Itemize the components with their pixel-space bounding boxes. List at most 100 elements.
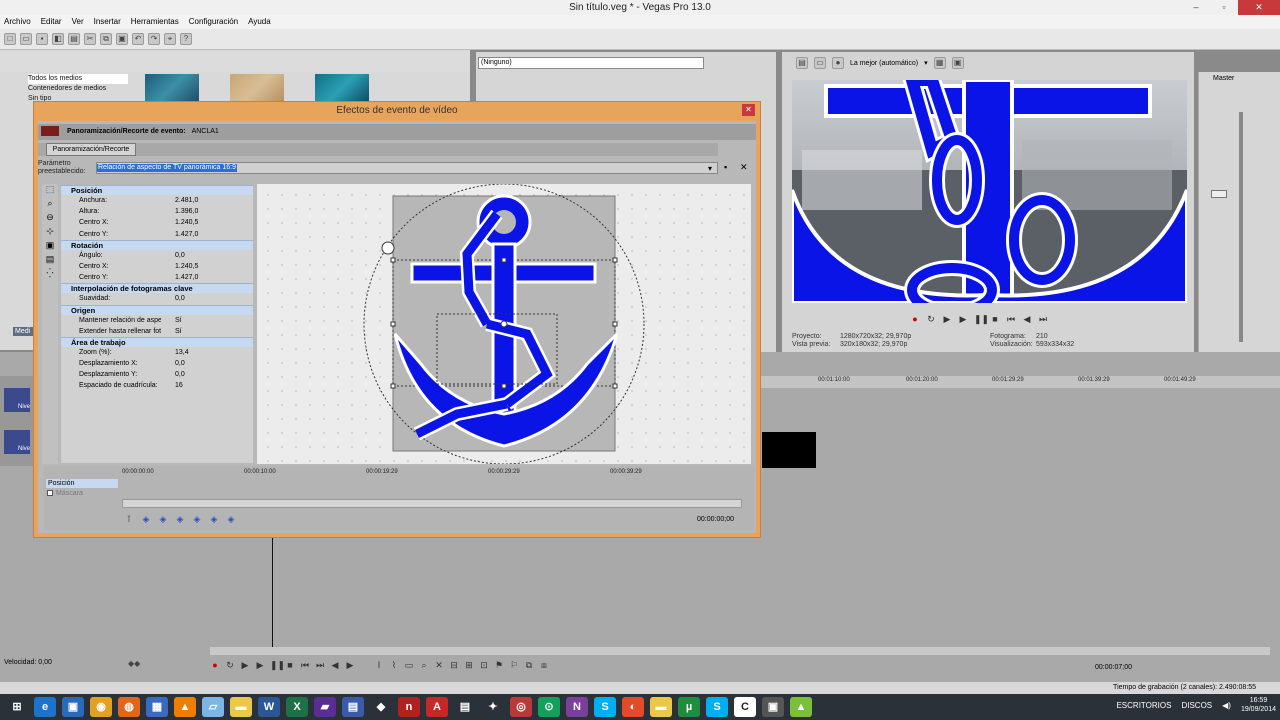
media-thumbnail-sand[interactable]: [230, 74, 284, 102]
menu-insertar[interactable]: Insertar: [94, 15, 121, 29]
prop-value[interactable]: 0,0: [161, 293, 253, 304]
record-icon[interactable]: ●: [210, 660, 220, 670]
delete-preset-icon[interactable]: ✕: [740, 162, 748, 173]
excel-icon[interactable]: X: [286, 697, 308, 717]
menu-archivo[interactable]: Archivo: [4, 15, 31, 29]
undo-icon[interactable]: ↶: [132, 33, 144, 45]
help-icon[interactable]: ?: [180, 33, 192, 45]
playhead-cursor[interactable]: [272, 538, 273, 648]
firefox-icon[interactable]: ◍: [118, 697, 140, 717]
delete-keyframe-icon[interactable]: ◈: [192, 514, 202, 524]
zoom-tool-icon[interactable]: ⌕: [419, 660, 429, 670]
menu-ayuda[interactable]: Ayuda: [248, 15, 271, 29]
stop-icon[interactable]: ■: [285, 660, 295, 670]
minimize-button[interactable]: ‒: [1182, 0, 1210, 15]
chevron-down-icon[interactable]: ▾: [924, 59, 928, 67]
prop-value[interactable]: 2.481,0: [161, 195, 253, 206]
menu-herramientas[interactable]: Herramientas: [131, 15, 179, 29]
snapping-icon[interactable]: ⧉: [524, 660, 534, 670]
kf-track-mask[interactable]: Máscara: [46, 489, 118, 498]
master-fader[interactable]: [1211, 190, 1227, 198]
close-window-button[interactable]: ✕: [1238, 0, 1280, 15]
pause-icon[interactable]: ❚❚: [974, 314, 989, 324]
skype-icon[interactable]: S: [706, 697, 728, 717]
last-keyframe-icon[interactable]: ◈: [226, 514, 236, 524]
prop-value[interactable]: 0,0: [161, 369, 253, 380]
normal-edit-tool-icon[interactable]: I: [374, 660, 384, 670]
aspect-lock-icon[interactable]: ▣: [42, 240, 58, 254]
zoom-tool-icon[interactable]: ⌕: [42, 198, 58, 212]
media-thumbnail-turtle[interactable]: [145, 74, 199, 102]
mask-checkbox[interactable]: [47, 490, 53, 496]
tree-item-all-media[interactable]: Todos los medios: [28, 74, 128, 84]
scale-center-icon[interactable]: ▤: [42, 254, 58, 268]
tree-item-media-bins[interactable]: Contenedores de medios: [28, 84, 128, 94]
new-icon[interactable]: □: [4, 33, 16, 45]
timeline-clip[interactable]: [762, 432, 816, 468]
external-monitor-icon[interactable]: ▭: [814, 57, 826, 69]
next-frame-icon[interactable]: ▶: [345, 660, 355, 670]
sync-cursor-icon[interactable]: ⊺: [124, 514, 134, 524]
section-interpolacion[interactable]: Interpolación de fotogramas clave: [61, 283, 253, 294]
prop-value[interactable]: Sí: [161, 326, 253, 337]
preview-quality-dropdown[interactable]: La mejor (automático): [850, 60, 918, 67]
render-icon[interactable]: ◧: [52, 33, 64, 45]
next-keyframe-icon[interactable]: ◈: [209, 514, 219, 524]
media-tab[interactable]: Medi: [13, 327, 35, 336]
overlays-icon[interactable]: ▦: [933, 57, 946, 69]
app-icon[interactable]: ◐: [622, 697, 644, 717]
marker-icon[interactable]: ⚑: [494, 660, 504, 670]
section-area-trabajo[interactable]: Área de trabajo: [61, 336, 253, 347]
next-frame-icon[interactable]: ⏭: [1038, 314, 1048, 324]
store-icon[interactable]: ▣: [62, 697, 84, 717]
loop-icon[interactable]: ↻: [926, 314, 936, 324]
app-icon[interactable]: ◆: [370, 697, 392, 717]
redo-icon[interactable]: ↷: [148, 33, 160, 45]
section-posicion[interactable]: Posición: [61, 185, 253, 195]
go-to-start-icon[interactable]: ⏮: [300, 660, 310, 670]
app-icon[interactable]: ▰: [314, 697, 336, 717]
region-icon[interactable]: ⚐: [509, 660, 519, 670]
menu-ver[interactable]: Ver: [72, 15, 84, 29]
internet-explorer-icon[interactable]: e: [34, 697, 56, 717]
prop-value[interactable]: 1.427,0: [161, 272, 253, 283]
prop-value[interactable]: 1.240,5: [161, 217, 253, 228]
vegas-icon[interactable]: ▣: [762, 697, 784, 717]
folder-icon[interactable]: ▬: [230, 697, 252, 717]
play-from-start-icon[interactable]: ▶: [942, 314, 952, 324]
menu-configuracion[interactable]: Configuración: [189, 15, 238, 29]
volume-icon[interactable]: ◀): [1222, 701, 1231, 710]
cut-icon[interactable]: ✂: [84, 33, 96, 45]
tray-discos[interactable]: DISCOS: [1181, 701, 1212, 710]
clock[interactable]: 16:59 19/09/2014: [1241, 696, 1276, 714]
open-icon[interactable]: ▭: [20, 33, 32, 45]
properties-icon[interactable]: ▤: [68, 33, 80, 45]
prop-value[interactable]: 16: [161, 380, 253, 391]
onenote-icon[interactable]: N: [566, 697, 588, 717]
prop-value[interactable]: 0,0: [161, 250, 253, 261]
prop-value[interactable]: 13,4: [161, 347, 253, 358]
dialog-close-button[interactable]: ✕: [742, 104, 755, 116]
nero-icon[interactable]: n: [398, 697, 420, 717]
prop-value[interactable]: Sí: [161, 315, 253, 326]
section-rotacion[interactable]: Rotación: [61, 239, 253, 250]
keyframe-ruler[interactable]: 00:00:00:00 00:00:10:00 00:00:19:29 00:0…: [122, 468, 742, 478]
loop-icon[interactable]: ↻: [225, 660, 235, 670]
disk-icon[interactable]: ▤: [342, 697, 364, 717]
prop-value[interactable]: 1.240,5: [161, 261, 253, 272]
play-icon[interactable]: ▶: [958, 314, 968, 324]
pause-icon[interactable]: ❚❚: [270, 660, 285, 670]
prop-value[interactable]: 1.396,0: [161, 206, 253, 217]
app-icon[interactable]: ◎: [510, 697, 532, 717]
prop-value[interactable]: 0,0: [161, 358, 253, 369]
timeline-ruler[interactable]: 00:01:10:00 00:01:20:00 00:01:29:29 00:0…: [760, 376, 1280, 388]
chevron-down-icon[interactable]: ▾: [708, 164, 712, 173]
normal-edit-tool-icon[interactable]: ⬚: [42, 184, 58, 198]
snapshot-icon[interactable]: ▣: [951, 57, 964, 69]
chrome-icon[interactable]: ◉: [90, 697, 112, 717]
media-thumbnail-reef[interactable]: [315, 74, 369, 102]
copy-icon[interactable]: ⧉: [100, 33, 112, 45]
stop-icon[interactable]: ■: [990, 314, 1000, 324]
paste-icon[interactable]: ▣: [116, 33, 128, 45]
snap-icon[interactable]: ⊹: [42, 226, 58, 240]
